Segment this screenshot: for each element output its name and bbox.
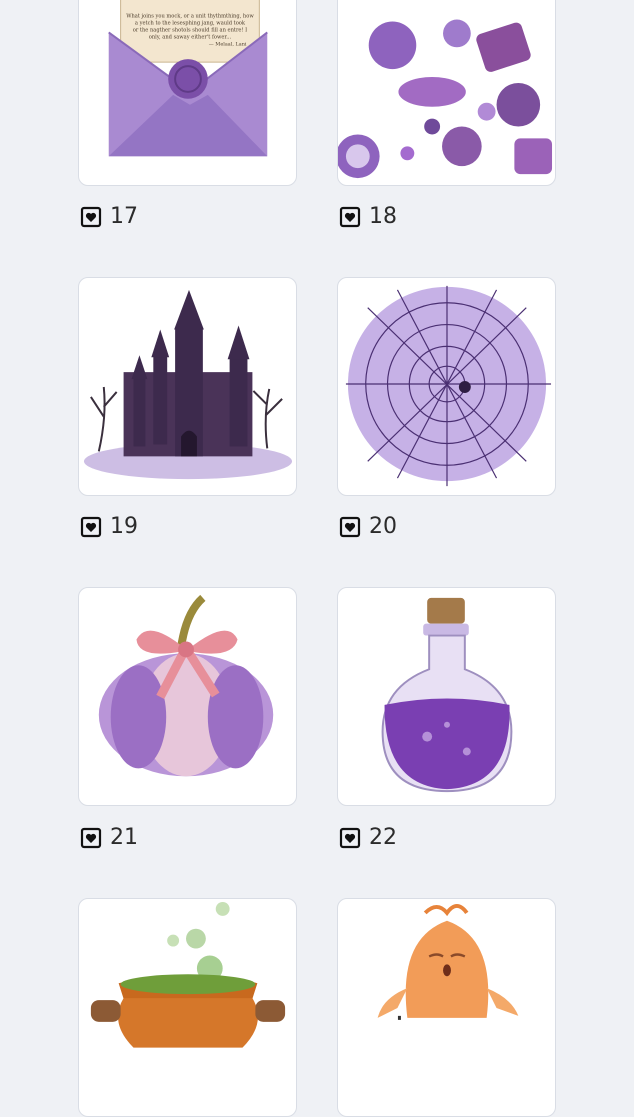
like-count: 19 [110, 514, 138, 539]
heart-square-icon[interactable] [339, 206, 361, 228]
svg-text:What joins you mock, or a unit: What joins you mock, or a unit thythmthi… [126, 14, 254, 20]
like-row-21: 21 [80, 827, 138, 849]
like-row-19: 19 [80, 516, 138, 538]
image-card-cauldron[interactable] [78, 898, 297, 1117]
svg-text:— Melaal, Lani: — Melaal, Lani [209, 41, 247, 47]
like-row-20: 20 [339, 516, 397, 538]
potion-illustration [381, 597, 513, 793]
like-count: 18 [369, 204, 397, 229]
image-card-letter[interactable]: What joins you mock, or a unit thythmthi… [78, 0, 297, 186]
image-card-pumpkin[interactable] [78, 587, 297, 806]
image-card-candy[interactable] [337, 0, 556, 186]
like-count: 21 [110, 825, 138, 850]
letter-illustration: What joins you mock, or a unit thythmthi… [108, 0, 268, 157]
image-card-ghost[interactable] [337, 898, 556, 1117]
heart-square-icon[interactable] [80, 516, 102, 538]
svg-text:a yetch to the lesesphing jang: a yetch to the lesesphing jang, wauld to… [135, 20, 246, 26]
pumpkin-illustration [98, 594, 274, 777]
like-row-18: 18 [339, 206, 397, 228]
heart-square-icon[interactable] [80, 206, 102, 228]
candy-illustration [338, 19, 553, 179]
like-row-22: 22 [339, 827, 397, 849]
like-row-17: 17 [80, 206, 138, 228]
svg-text:or the nagther shotols should: or the nagther shotols should fill an en… [133, 27, 247, 33]
like-count: 22 [369, 825, 397, 850]
image-grid: What joins you mock, or a unit thythmthi… [0, 0, 634, 1117]
image-card-potion[interactable] [337, 587, 556, 806]
castle-illustration [83, 289, 293, 480]
heart-square-icon[interactable] [339, 827, 361, 849]
spider-web-illustration [345, 285, 552, 487]
ghost-illustration [377, 903, 519, 1020]
svg-text:only, and saway either't fower: only, and saway either't fower... [149, 34, 232, 40]
heart-square-icon[interactable] [339, 516, 361, 538]
image-card-castle[interactable] [78, 277, 297, 496]
image-card-spider-web[interactable] [337, 277, 556, 496]
like-count: 17 [110, 204, 138, 229]
like-count: 20 [369, 514, 397, 539]
cauldron-illustration [90, 901, 286, 1048]
heart-square-icon[interactable] [80, 827, 102, 849]
